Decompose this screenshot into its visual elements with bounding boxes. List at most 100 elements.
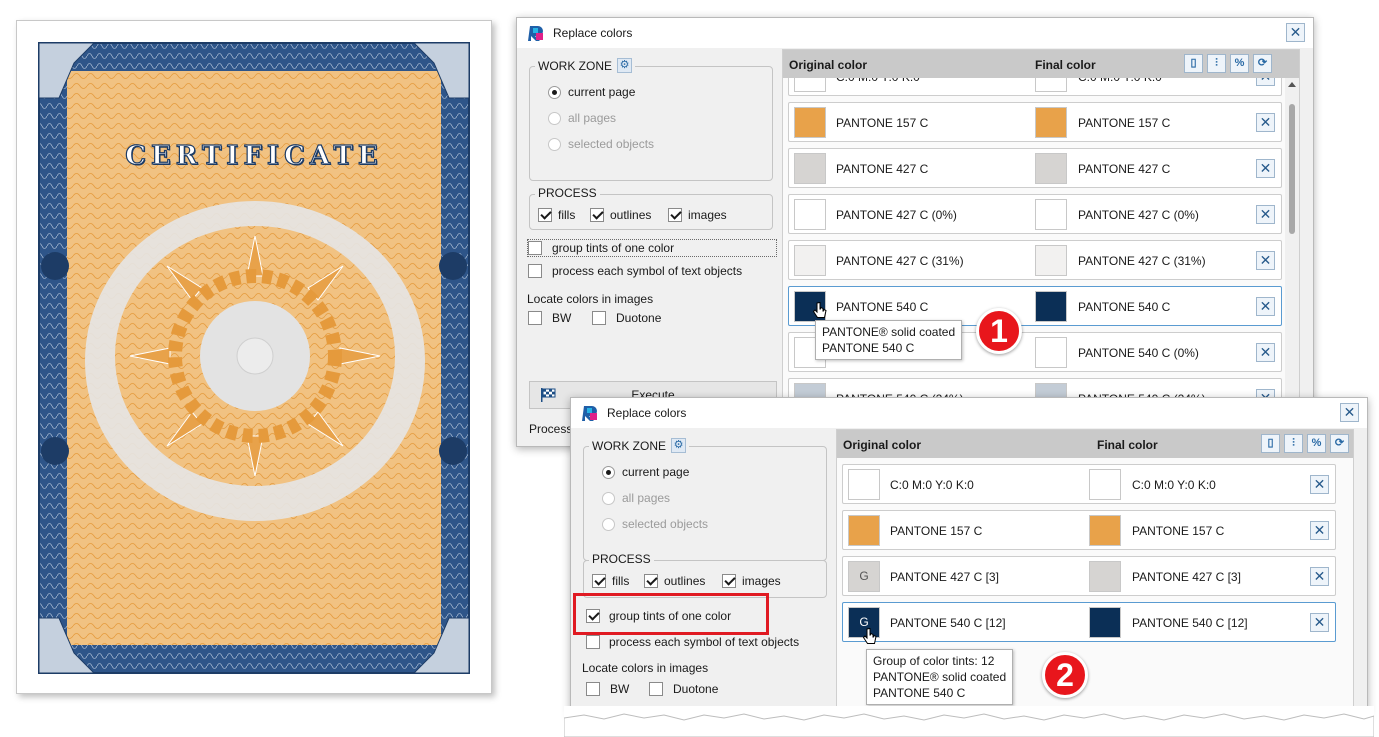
- checkbox-box[interactable]: [649, 682, 663, 696]
- checkbox-box[interactable]: [722, 574, 736, 588]
- color-row[interactable]: C:0 M:0 Y:0 K:0 C:0 M:0 Y:0 K:0 ✕: [788, 78, 1282, 96]
- final-swatch[interactable]: [1035, 107, 1067, 138]
- final-swatch[interactable]: [1089, 469, 1121, 500]
- original-swatch[interactable]: [794, 107, 826, 138]
- original-swatch[interactable]: [794, 78, 826, 92]
- checkbox-label: process each symbol of text objects: [609, 635, 800, 649]
- checkbox-box[interactable]: [592, 311, 606, 325]
- checkbox-label: fills: [612, 574, 630, 588]
- close-button[interactable]: ✕: [1340, 403, 1359, 422]
- original-swatch[interactable]: [794, 199, 826, 230]
- duotone-checkbox[interactable]: Duotone: [592, 311, 661, 325]
- remove-row-icon[interactable]: ✕: [1310, 475, 1329, 494]
- each-symbol-checkbox[interactable]: process each symbol of text objects: [528, 264, 742, 278]
- adjust-sliders-icon[interactable]: ⫶: [1284, 434, 1303, 453]
- color-row[interactable]: PANTONE 157 C PANTONE 157 C ✕: [842, 510, 1336, 550]
- duotone-checkbox[interactable]: Duotone: [649, 682, 718, 696]
- radio-selected-objects[interactable]: selected objects: [548, 137, 654, 151]
- original-swatch[interactable]: [794, 153, 826, 184]
- remove-row-icon[interactable]: ✕: [1256, 78, 1275, 86]
- remove-row-icon[interactable]: ✕: [1256, 343, 1275, 362]
- remove-row-icon[interactable]: ✕: [1310, 521, 1329, 540]
- radio-all-pages[interactable]: all pages: [548, 111, 616, 125]
- dialog-titlebar: Replace colors ✕: [517, 18, 1313, 48]
- remove-row-icon[interactable]: ✕: [1256, 205, 1275, 224]
- original-color-header: Original color: [789, 58, 868, 72]
- remove-row-icon[interactable]: ✕: [1256, 159, 1275, 178]
- final-swatch[interactable]: [1035, 245, 1067, 276]
- remove-row-icon[interactable]: ✕: [1256, 251, 1275, 270]
- final-swatch[interactable]: [1035, 291, 1067, 322]
- swatch-book-icon[interactable]: ▯: [1261, 434, 1280, 453]
- final-swatch[interactable]: [1089, 515, 1121, 546]
- group-tints-checkbox[interactable]: group tints of one color: [527, 239, 777, 257]
- checkbox-box[interactable]: [586, 635, 600, 649]
- radio-dot[interactable]: [548, 111, 561, 125]
- radio-dot[interactable]: [548, 137, 561, 151]
- percent-icon[interactable]: %: [1230, 54, 1249, 73]
- checkbox-box[interactable]: [592, 574, 606, 588]
- color-row[interactable]: G PANTONE 427 C [3] PANTONE 427 C [3] ✕: [842, 556, 1336, 596]
- swatch-book-icon[interactable]: ▯: [1184, 54, 1203, 73]
- remove-row-icon[interactable]: ✕: [1310, 613, 1329, 632]
- gear-icon[interactable]: ⚙: [617, 58, 632, 73]
- remove-row-icon[interactable]: ✕: [1310, 567, 1329, 586]
- outlines-checkbox[interactable]: outlines: [644, 574, 705, 588]
- close-button[interactable]: ✕: [1286, 23, 1305, 42]
- final-swatch[interactable]: [1035, 337, 1067, 368]
- checkbox-box[interactable]: [668, 208, 682, 222]
- color-row[interactable]: PANTONE 427 C PANTONE 427 C ✕: [788, 148, 1282, 188]
- fills-checkbox[interactable]: fills: [592, 574, 629, 588]
- checkbox-box[interactable]: [538, 208, 552, 222]
- checkbox-box[interactable]: [528, 241, 542, 255]
- each-symbol-checkbox[interactable]: process each symbol of text objects: [586, 635, 799, 649]
- final-swatch[interactable]: [1089, 561, 1121, 592]
- radio-current-page[interactable]: current page: [548, 85, 635, 99]
- percent-icon[interactable]: %: [1307, 434, 1326, 453]
- color-row[interactable]: C:0 M:0 Y:0 K:0 C:0 M:0 Y:0 K:0 ✕: [842, 464, 1336, 504]
- checkbox-box[interactable]: [586, 682, 600, 696]
- color-row[interactable]: PANTONE 427 C (0%) PANTONE 427 C (0%) ✕: [788, 194, 1282, 234]
- original-swatch[interactable]: [794, 245, 826, 276]
- images-checkbox[interactable]: images: [668, 208, 727, 222]
- final-swatch[interactable]: [1035, 153, 1067, 184]
- gear-icon[interactable]: ⚙: [671, 438, 686, 453]
- fills-checkbox[interactable]: fills: [538, 208, 575, 222]
- checkbox-box[interactable]: [590, 208, 604, 222]
- bw-checkbox[interactable]: BW: [528, 311, 571, 325]
- bw-checkbox[interactable]: BW: [586, 682, 629, 696]
- final-swatch[interactable]: [1035, 78, 1067, 92]
- radio-all-pages[interactable]: all pages: [602, 491, 670, 505]
- original-swatch[interactable]: [848, 469, 880, 500]
- color-row[interactable]: G PANTONE 540 C [12] PANTONE 540 C [12] ✕: [842, 602, 1336, 642]
- final-color-name: PANTONE 427 C [3]: [1132, 570, 1241, 584]
- checkbox-box[interactable]: [528, 264, 542, 278]
- adjust-sliders-icon[interactable]: ⫶: [1207, 54, 1226, 73]
- checkbox-label: outlines: [664, 574, 706, 588]
- remove-row-icon[interactable]: ✕: [1256, 297, 1275, 316]
- radio-dot[interactable]: [548, 85, 561, 99]
- radio-dot[interactable]: [602, 517, 615, 531]
- radio-current-page[interactable]: current page: [602, 465, 689, 479]
- process-label: PROCESS: [592, 552, 651, 566]
- radio-selected-objects[interactable]: selected objects: [602, 517, 708, 531]
- images-checkbox[interactable]: images: [722, 574, 781, 588]
- refresh-icon[interactable]: ⟳: [1253, 54, 1272, 73]
- scrollbar[interactable]: [1285, 78, 1299, 445]
- checkbox-box[interactable]: [528, 311, 542, 325]
- refresh-icon[interactable]: ⟳: [1330, 434, 1349, 453]
- original-swatch[interactable]: [848, 515, 880, 546]
- radio-dot[interactable]: [602, 465, 615, 479]
- checkbox-box[interactable]: [644, 574, 658, 588]
- scroll-up-arrow-icon[interactable]: [1288, 82, 1296, 87]
- final-swatch[interactable]: [1089, 607, 1121, 638]
- final-swatch[interactable]: [1035, 199, 1067, 230]
- color-row[interactable]: PANTONE 427 C (31%) PANTONE 427 C (31%) ✕: [788, 240, 1282, 280]
- original-swatch[interactable]: G: [848, 561, 880, 592]
- remove-row-icon[interactable]: ✕: [1256, 113, 1275, 132]
- color-row[interactable]: PANTONE 157 C PANTONE 157 C ✕: [788, 102, 1282, 142]
- radio-dot[interactable]: [602, 491, 615, 505]
- outlines-checkbox[interactable]: outlines: [590, 208, 651, 222]
- certificate-artwork: [38, 42, 470, 674]
- scroll-thumb[interactable]: [1289, 104, 1295, 234]
